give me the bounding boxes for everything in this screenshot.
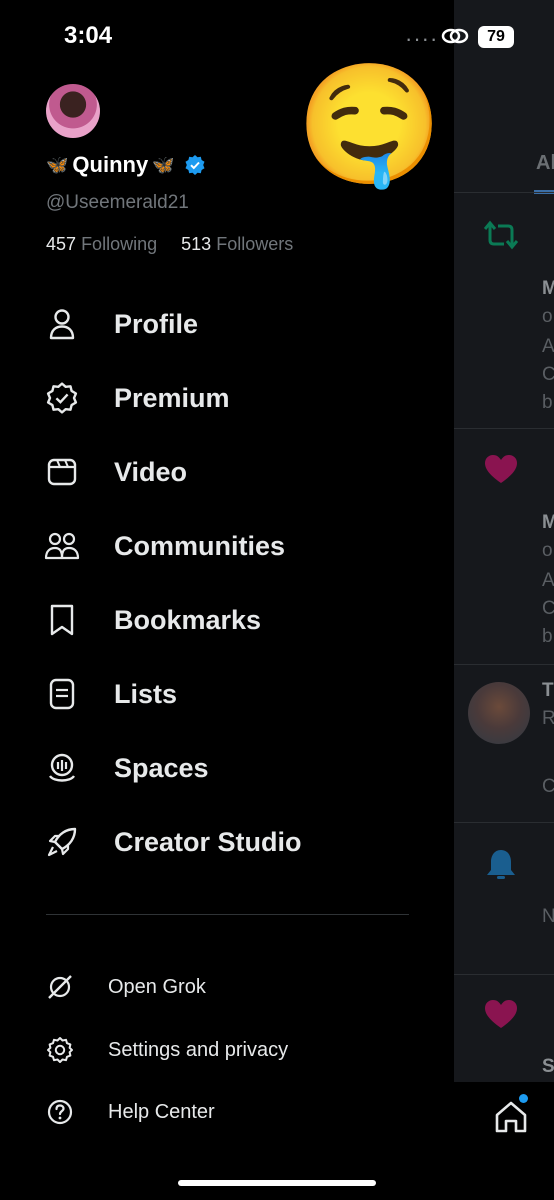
battery-indicator: 79 (478, 26, 514, 48)
nav-label: Profile (114, 308, 199, 339)
feed-letter: S (542, 1056, 554, 1077)
sub-label: Help Center (108, 1100, 215, 1123)
feed-letter: o (542, 540, 553, 561)
feed-separator (454, 428, 554, 429)
feed-separator (454, 664, 554, 665)
feed-letter: A (542, 336, 554, 357)
feed-letter: R (542, 708, 554, 729)
nav-settings-privacy[interactable]: Settings and privacy (44, 1028, 444, 1072)
verified-badge-icon (185, 155, 205, 175)
divider (46, 914, 409, 915)
notification-dot (519, 1094, 528, 1103)
following-label: Following (81, 234, 158, 254)
background-feed: Al M o A C b M o A C b T R C N S (454, 0, 554, 1200)
nav-spaces[interactable]: Spaces (44, 740, 444, 796)
lists-icon (44, 676, 80, 712)
feed-separator (454, 974, 554, 975)
side-drawer: 🤤 🦋 Quinny 🦋 @Useemerald21 457 Following… (0, 0, 454, 1200)
profile-handle: @Useemerald21 (46, 192, 189, 213)
nav-open-grok[interactable]: Open Grok (44, 965, 444, 1009)
nav-label: Creator Studio (114, 826, 302, 857)
followers-label: Followers (216, 234, 294, 254)
nav-communities[interactable]: Communities (44, 518, 444, 574)
profile-name: Quinny (72, 152, 149, 177)
nav-label: Spaces (114, 752, 209, 783)
profile-name-row[interactable]: 🦋 Quinny 🦋 (46, 152, 205, 178)
nav-lists[interactable]: Lists (44, 666, 444, 722)
nav-bookmarks[interactable]: Bookmarks (44, 592, 444, 648)
communities-icon (44, 528, 80, 564)
feed-letter: b (542, 626, 553, 647)
grok-icon (44, 971, 76, 1003)
bookmark-icon (44, 602, 80, 638)
following-count: 457 (46, 234, 77, 254)
home-indicator (178, 1180, 376, 1186)
retweet-icon (484, 220, 518, 250)
followers-link[interactable]: 513 Followers (181, 234, 293, 254)
feed-letter: N (542, 906, 554, 927)
nav-help-center[interactable]: Help Center (44, 1090, 444, 1134)
nav-label: Lists (114, 678, 178, 709)
nav-label: Communities (114, 530, 286, 561)
home-icon[interactable] (494, 1100, 528, 1134)
following-link[interactable]: 457 Following (46, 234, 162, 254)
link-icon (441, 28, 469, 44)
sub-label: Settings and privacy (108, 1038, 289, 1061)
heart-icon (485, 1000, 517, 1028)
spaces-icon (44, 750, 80, 786)
feed-avatar (468, 682, 530, 744)
status-bar: 3:04 ···· 79 (0, 0, 554, 70)
signal-dots-icon: ···· (405, 26, 439, 51)
feed-separator (454, 192, 554, 193)
feed-tab: Al (536, 152, 554, 174)
drooling-emoji: 🤤 (296, 59, 443, 191)
feed-letter: C (542, 598, 554, 619)
followers-count: 513 (181, 234, 212, 254)
feed-letter: M (542, 278, 554, 299)
nav-label: Premium (114, 382, 230, 413)
follow-stats: 457 Following 513 Followers (46, 234, 293, 255)
person-icon (44, 306, 80, 342)
feed-letter: b (542, 392, 553, 413)
video-icon (44, 454, 80, 490)
nav-premium[interactable]: Premium (44, 370, 444, 426)
feed-letter: C (542, 776, 554, 797)
nav-video[interactable]: Video (44, 444, 444, 500)
bell-icon (487, 850, 515, 879)
premium-badge-icon (44, 380, 80, 416)
feed-separator (454, 822, 554, 823)
feed-letter: T (542, 680, 554, 701)
nav-creator-studio[interactable]: Creator Studio (44, 814, 444, 870)
feed-letter: A (542, 570, 554, 591)
feed-letter: C (542, 364, 554, 385)
nav-profile[interactable]: Profile (44, 296, 444, 352)
butterfly-icon: 🦋 (152, 154, 175, 175)
rocket-icon (44, 824, 80, 860)
gear-icon (44, 1034, 76, 1066)
help-icon (44, 1096, 76, 1128)
avatar[interactable] (46, 84, 100, 138)
butterfly-icon: 🦋 (46, 154, 69, 175)
feed-letter: o (542, 306, 553, 327)
feed-letter: M (542, 512, 554, 533)
nav-label: Bookmarks (114, 604, 262, 635)
bottom-nav (454, 1082, 554, 1200)
sub-label: Open Grok (108, 975, 206, 998)
nav-label: Video (114, 456, 188, 487)
status-time: 3:04 (64, 22, 113, 49)
heart-icon (485, 455, 517, 483)
